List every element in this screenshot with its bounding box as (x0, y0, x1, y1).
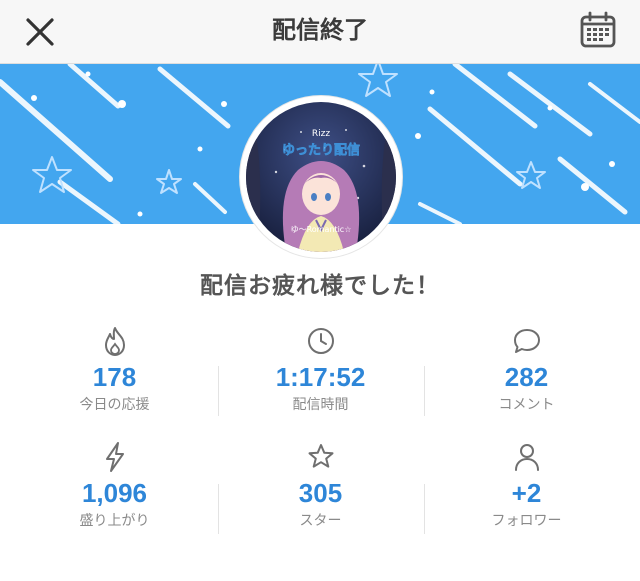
page-title: 配信終了 (272, 16, 368, 44)
stream-thumbnail: Rizz ゆったり配信 ゆ〜Romantic☆ (240, 96, 402, 258)
thumbnail-top-text: Rizz (312, 129, 330, 139)
stat-value: +2 (511, 478, 542, 508)
stat-label: スター (299, 513, 342, 529)
thumbnail-bottom-text: ゆ〜Romantic☆ (291, 225, 352, 234)
stat-value: 1,096 (81, 478, 148, 508)
clock-icon (307, 328, 334, 354)
stat-value: 1:17:52 (275, 362, 366, 392)
calendar-icon[interactable] (578, 10, 618, 50)
thumbnail-title-text: ゆったり配信 (282, 142, 360, 158)
stat-excitement: 1,096 盛り上がり (8, 440, 221, 530)
thanks-message: 配信お疲れ様でした！ (200, 273, 440, 299)
top-bar: 配信終了 (0, 0, 640, 64)
star-icon (308, 444, 333, 468)
stat-label: 今日の応援 (79, 397, 150, 413)
stat-label: 盛り上がり (79, 513, 150, 529)
stat-value: 178 (92, 362, 137, 392)
stat-stream-time: 1:17:52 配信時間 (214, 324, 427, 414)
comment-icon (513, 329, 540, 353)
stat-value: 282 (504, 362, 549, 392)
fire-icon (104, 327, 125, 356)
stat-comments: 282 コメント (420, 324, 633, 414)
lightning-icon (105, 442, 124, 472)
stat-followers: +2 フォロワー (420, 440, 633, 530)
person-icon (514, 444, 539, 471)
stat-cheers: 178 今日の応援 (8, 324, 221, 414)
stat-stars: 305 スター (214, 440, 427, 530)
stat-label: フォロワー (491, 513, 562, 529)
thumbnail-illustration: Rizz ゆったり配信 ゆ〜Romantic☆ (246, 102, 396, 252)
stat-value: 305 (298, 478, 343, 508)
stat-label: コメント (498, 397, 555, 413)
stat-label: 配信時間 (292, 397, 349, 413)
